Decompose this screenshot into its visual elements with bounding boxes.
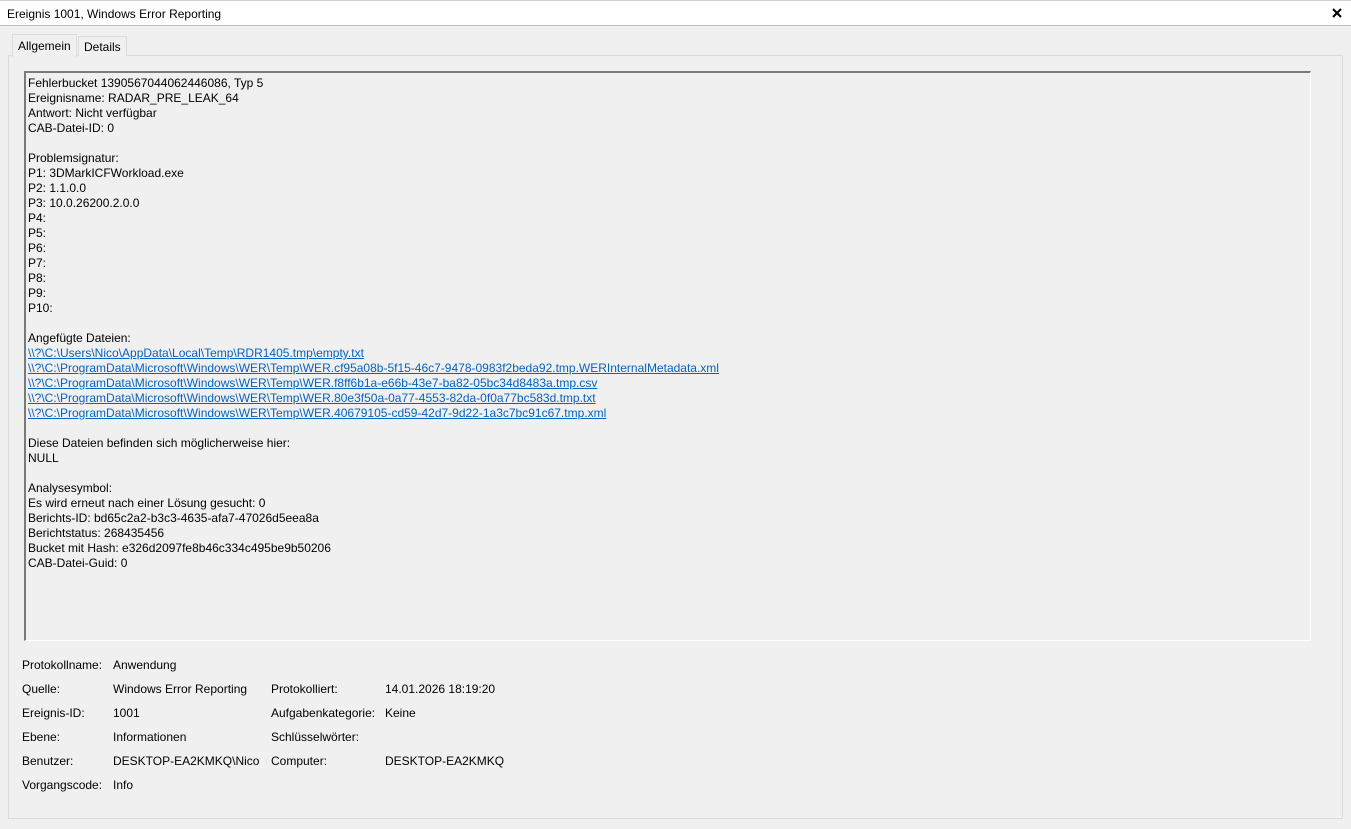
signature-line: P2: 1.1.0.0 bbox=[28, 181, 87, 195]
signature-line: P5: bbox=[28, 226, 47, 240]
signature-line: P7: bbox=[28, 256, 47, 270]
user-label: Benutzer: bbox=[22, 754, 74, 768]
source-label: Quelle: bbox=[22, 682, 61, 696]
attached-file-link[interactable]: \\?\C:\ProgramData\Microsoft\Windows\WER… bbox=[28, 406, 606, 420]
attached-files-title: Angefügte Dateien: bbox=[28, 331, 131, 345]
opcode-value[interactable]: Info bbox=[113, 778, 133, 792]
analysis-line: CAB-Datei-Guid: 0 bbox=[28, 556, 128, 570]
attached-file-link[interactable]: \\?\C:\ProgramData\Microsoft\Windows\WER… bbox=[28, 361, 719, 375]
description-line: CAB-Datei-ID: 0 bbox=[28, 121, 115, 135]
description-line: Ereignisname: RADAR_PRE_LEAK_64 bbox=[28, 91, 239, 105]
close-button[interactable] bbox=[1329, 5, 1345, 21]
event-id-label: Ereignis-ID: bbox=[22, 706, 85, 720]
signature-line: P3: 10.0.26200.2.0.0 bbox=[28, 196, 140, 210]
logged-value[interactable]: 14.01.2026 18:19:20 bbox=[385, 682, 495, 696]
signature-line: P9: bbox=[28, 286, 47, 300]
level-value[interactable]: Informationen bbox=[113, 730, 186, 744]
tab-details[interactable]: Details bbox=[78, 36, 127, 56]
analysis-line: Es wird erneut nach einer Lösung gesucht… bbox=[28, 496, 266, 510]
computer-value[interactable]: DESKTOP-EA2KMKQ bbox=[385, 754, 504, 768]
analysis-line: Berichts-ID: bd65c2a2-b3c3-4635-afa7-470… bbox=[28, 511, 319, 525]
event-description-box[interactable]: Fehlerbucket 1390567044062446086, Typ 5 … bbox=[24, 71, 1311, 641]
event-properties-window: Ereignis 1001, Windows Error Reporting A… bbox=[0, 0, 1351, 829]
window-title: Ereignis 1001, Windows Error Reporting bbox=[7, 7, 222, 21]
close-icon bbox=[1332, 8, 1342, 18]
signature-line: P10: bbox=[28, 301, 53, 315]
event-description-text: Fehlerbucket 1390567044062446086, Typ 5 … bbox=[28, 76, 1308, 638]
attached-file-link[interactable]: \\?\C:\Users\Nico\AppData\Local\Temp\RDR… bbox=[28, 346, 364, 360]
logged-label: Protokolliert: bbox=[271, 682, 338, 696]
description-line: Antwort: Nicht verfügbar bbox=[28, 106, 157, 120]
attached-file-link[interactable]: \\?\C:\ProgramData\Microsoft\Windows\WER… bbox=[28, 391, 596, 405]
log-name-label: Protokollname: bbox=[22, 658, 103, 672]
analysis-line: Bucket mit Hash: e326d2097fe8b46c334c495… bbox=[28, 541, 331, 555]
task-category-value[interactable]: Keine bbox=[385, 706, 416, 720]
analysis-line: Berichtstatus: 268435456 bbox=[28, 526, 165, 540]
keywords-label: Schlüsselwörter: bbox=[271, 730, 360, 744]
source-value[interactable]: Windows Error Reporting bbox=[113, 682, 247, 696]
location-value: NULL bbox=[28, 451, 59, 465]
user-value[interactable]: DESKTOP-EA2KMKQ\Nico bbox=[113, 754, 259, 768]
opcode-label: Vorgangscode: bbox=[22, 778, 103, 792]
event-id-value[interactable]: 1001 bbox=[113, 706, 140, 720]
analysis-line: Analysesymbol: bbox=[28, 481, 113, 495]
computer-label: Computer: bbox=[271, 754, 328, 768]
signature-title: Problemsignatur: bbox=[28, 151, 119, 165]
signature-line: P4: bbox=[28, 211, 47, 225]
signature-line: P1: 3DMarkICFWorkload.exe bbox=[28, 166, 184, 180]
task-category-label: Aufgabenkategorie: bbox=[271, 706, 376, 720]
log-name-value[interactable]: Anwendung bbox=[113, 658, 176, 672]
description-line: Fehlerbucket 1390567044062446086, Typ 5 bbox=[28, 76, 264, 90]
signature-line: P6: bbox=[28, 241, 47, 255]
level-label: Ebene: bbox=[22, 730, 61, 744]
tab-allgemein[interactable]: Allgemein bbox=[12, 34, 77, 57]
title-bar: Ereignis 1001, Windows Error Reporting bbox=[0, 0, 1351, 26]
signature-line: P8: bbox=[28, 271, 47, 285]
location-title: Diese Dateien befinden sich möglicherwei… bbox=[28, 436, 291, 450]
attached-file-link[interactable]: \\?\C:\ProgramData\Microsoft\Windows\WER… bbox=[28, 376, 597, 390]
